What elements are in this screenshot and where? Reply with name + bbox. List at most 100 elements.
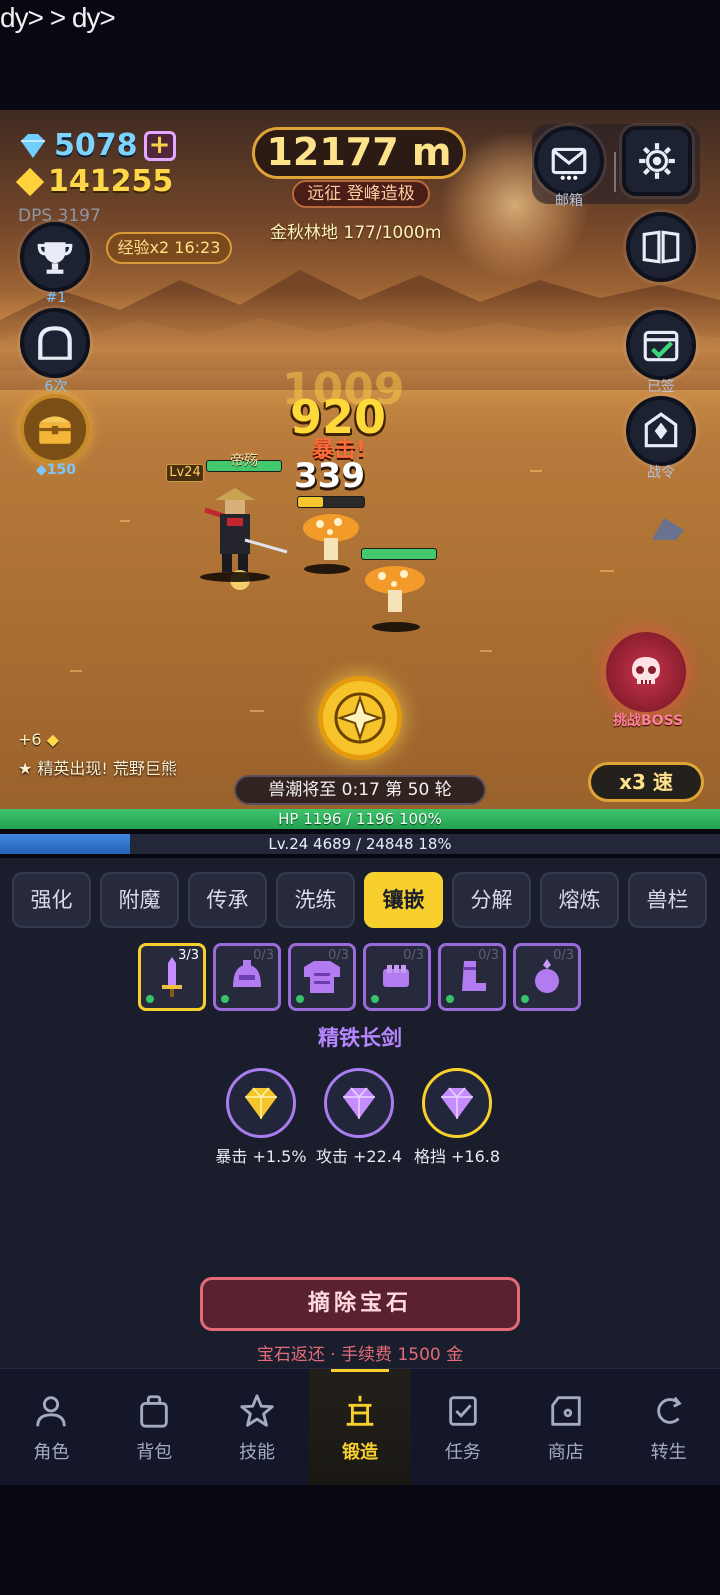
enemy-shadow [372,622,420,632]
star-icon [240,1393,274,1427]
overlay-text: dy> > dy> [0,2,116,33]
slot-count: 0/3 [553,948,574,963]
purple-gem-icon [343,1087,375,1119]
yellow-gem-icon [245,1087,277,1119]
battle-pass-label: 战令 [647,465,675,481]
nav-forge[interactable]: 锻造 [308,1369,412,1486]
boots-icon [462,961,486,991]
gold-diamond-icon: ◆ [46,730,59,749]
treasure-cost-value: 150 [46,462,76,478]
gem-counter: 5078 + [18,128,176,163]
forge-tab[interactable]: 分解 [452,872,531,928]
nav-label: 锻造 [342,1441,378,1463]
selected-item-name: 精铁长剑 [318,1026,402,1050]
guide-book-button[interactable] [626,212,696,282]
settings-button[interactable] [622,126,692,196]
slot-status-dot [296,995,304,1003]
exp-bonus-badge[interactable]: 经验x2 16:23 [106,232,232,264]
slot-helmet[interactable]: 0/3 [213,943,281,1011]
nav-label: 技能 [239,1441,276,1463]
armor-icon [304,961,340,993]
dungeon-button[interactable] [20,308,90,378]
treasure-button[interactable] [20,394,90,464]
remove-gem-button[interactable]: 摘除宝石 [200,1277,520,1331]
game-root: dy> > dy> 5078 + 141255 DPS 3197 12177 m… [0,0,720,1595]
mushroom-enemy [365,566,425,612]
player-exp-text: Lv.24 4689 / 24848 18% [268,835,452,853]
gem-stat-label: 攻击 +22.4 [315,1147,403,1166]
skull-icon [632,657,660,684]
forge-tab[interactable]: 洗练 [276,872,355,928]
forge-tab[interactable]: 传承 [188,872,267,928]
slot-status-dot [221,995,229,1003]
shop-icon [550,1395,581,1426]
purple-gem-icon [441,1087,473,1119]
bottom-nav: 角色 背包 技能 锻造 任务 商店 转生 [0,1368,720,1486]
mail-button[interactable] [534,126,604,196]
task-check-icon [449,1395,477,1426]
slot-weapon[interactable]: 3/3 [138,943,206,1011]
nav-bag[interactable]: 背包 [103,1369,206,1486]
helmet-icon [233,960,261,987]
add-gems-button[interactable]: + [143,130,176,161]
forge-tab[interactable]: 附魔 [100,872,179,928]
player-exp-bar: Lv.24 4689 / 24848 18% [0,834,720,854]
calendar-check-icon [643,330,679,362]
gem-reward: +6 ◆ [18,730,59,749]
enemy-shadow [304,564,350,574]
gem-stat-label: 格挡 +16.8 [413,1147,501,1166]
ranking-label: #1 [45,290,67,306]
distance-display: 12177 m [252,127,466,179]
expedition-badge[interactable]: 远征 登峰造极 [292,180,430,208]
person-icon [36,1395,67,1426]
slot-count: 3/3 [178,948,199,963]
treasure-chest-icon [39,416,71,444]
slot-armor[interactable]: 0/3 [288,943,356,1011]
anvil-icon [346,1395,374,1426]
nav-skills[interactable]: 技能 [206,1369,309,1486]
hero-shadow [200,572,270,582]
challenge-boss-label: 挑战BOSS [612,713,684,729]
enemy-hp-bar [297,496,365,508]
gem-socket-block[interactable] [422,1068,492,1138]
slot-count: 0/3 [403,948,424,963]
mushroom-enemy [303,514,359,560]
amulet-icon [535,959,559,993]
ranking-button[interactable] [20,222,90,292]
nav-label: 角色 [33,1441,70,1463]
compass-icon [334,692,386,744]
ground-mark [250,710,264,712]
challenge-boss-button[interactable] [606,632,686,712]
slot-gloves[interactable]: 0/3 [363,943,431,1011]
gem-reward-value: +6 [18,730,42,749]
hero-level: Lv24 [166,464,204,482]
forge-tab[interactable]: 熔炼 [540,872,619,928]
nav-character[interactable]: 角色 [0,1369,103,1486]
slot-count: 0/3 [328,948,349,963]
nav-shop[interactable]: 商店 [514,1369,617,1486]
battle-pass-button[interactable] [626,396,696,466]
forge-tab[interactable]: 强化 [12,872,91,928]
ground-mark [70,670,82,672]
forge-tabs: 强化 附魔 传承 洗练 镶嵌 分解 熔炼 兽栏 [12,872,707,928]
region-progress: 金秋林地 177/1000m [270,223,442,243]
forge-tab[interactable]: 兽栏 [628,872,707,928]
auto-battle-button[interactable] [318,676,402,760]
bag-icon [140,1394,169,1428]
ground-mark [530,470,542,472]
screen-footer [0,1485,720,1595]
nav-label: 任务 [444,1441,481,1463]
checkin-button[interactable] [626,310,696,380]
slot-status-dot [446,995,454,1003]
gem-socket-crit[interactable] [226,1068,296,1138]
slot-boots[interactable]: 0/3 [438,943,506,1011]
damage-number-normal: 339 [294,456,365,496]
diamond-icon [21,133,45,158]
gold-counter: 141255 [15,164,173,199]
nav-rebirth[interactable]: 转生 [617,1369,720,1486]
nav-tasks[interactable]: 任务 [411,1369,514,1486]
forge-tab[interactable]: 镶嵌 [364,872,443,928]
gem-socket-attack[interactable] [324,1068,394,1138]
slot-amulet[interactable]: 0/3 [513,943,581,1011]
speed-toggle-button[interactable]: x3 速 [588,762,704,802]
